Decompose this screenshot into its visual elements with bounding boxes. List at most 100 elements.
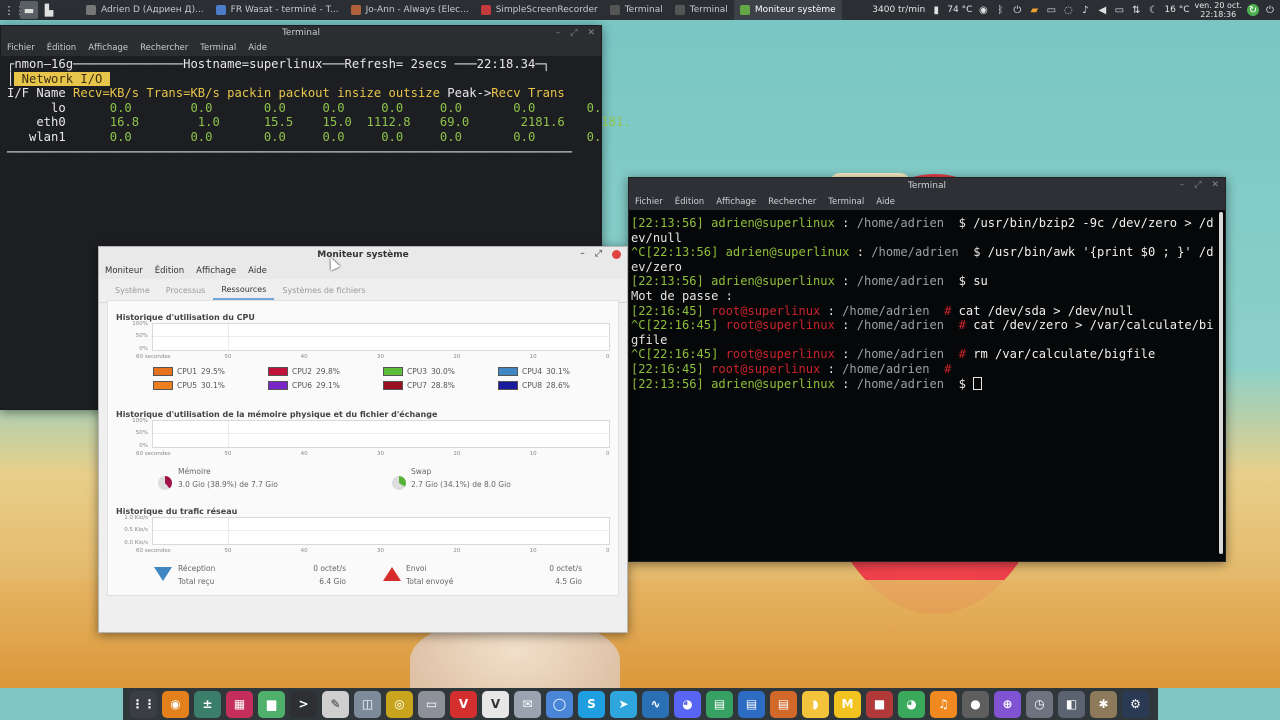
dock-discord-icon[interactable]: ◕ — [674, 690, 701, 718]
dock-apps-icon[interactable]: ▦ — [226, 690, 253, 718]
dock-screenshot-icon[interactable]: ◫ — [354, 690, 381, 718]
menu-item-affichage[interactable]: Affichage — [88, 43, 128, 53]
tab-systèmes-de-fichiers[interactable]: Systèmes de fichiers — [274, 282, 373, 299]
window-titlebar[interactable]: Terminal – ⤢ ✕ — [1, 26, 601, 40]
dock-vlc-icon[interactable]: V — [482, 690, 509, 718]
dock-audacity-icon[interactable]: ♫ — [930, 690, 957, 718]
task-item[interactable]: Terminal — [604, 0, 669, 20]
menu-item-fichier[interactable]: Fichier — [635, 197, 663, 207]
toggle-icon[interactable]: ◉ — [977, 4, 989, 16]
dock-mail-icon[interactable]: ✉ — [514, 690, 541, 718]
terminal-launcher-icon[interactable]: ▙ — [40, 1, 58, 19]
dock-banana-icon[interactable]: ◗ — [802, 690, 829, 718]
tab-processus[interactable]: Processus — [158, 282, 214, 299]
dock-tools-icon[interactable]: ✱ — [1090, 690, 1117, 718]
dock-mcomix-icon[interactable]: M — [834, 690, 861, 718]
window-titlebar[interactable]: Terminal – ⤢ ✕ — [629, 178, 1225, 194]
tab-ressources[interactable]: Ressources — [213, 281, 275, 300]
dock-gamepad-icon[interactable]: ⊕ — [994, 690, 1021, 718]
dock-writer-icon[interactable]: ▤ — [738, 690, 765, 718]
dock-archive-icon[interactable]: ▭ — [418, 690, 445, 718]
menu-item-rechercher[interactable]: Rechercher — [768, 197, 816, 207]
task-item[interactable]: Terminal — [669, 0, 734, 20]
network-icon[interactable]: ⇅ — [1130, 4, 1142, 16]
cpu-color-swatch[interactable] — [153, 381, 173, 390]
menu-item-édition[interactable]: Édition — [47, 43, 76, 53]
session-icon[interactable]: ⏻ — [1264, 4, 1276, 16]
nmon-output[interactable]: ┌nmon—16g───────────────Hostname=superli… — [1, 57, 631, 159]
dock-skype-icon[interactable]: S — [578, 690, 605, 718]
task-item[interactable]: Jo-Ann - Always (Elec... — [345, 0, 475, 20]
dock-monitor-icon[interactable]: ∿ — [642, 690, 669, 718]
terminal-line: gfile — [631, 332, 668, 347]
display-icon[interactable]: ▭ — [1113, 4, 1125, 16]
menu-item-aide[interactable]: Aide — [876, 197, 895, 207]
cpu-color-swatch[interactable] — [498, 381, 518, 390]
maximize-icon[interactable]: ⤢ — [570, 28, 577, 38]
close-icon[interactable]: ✕ — [587, 28, 595, 38]
recorder-icon[interactable]: ▭ — [1045, 4, 1057, 16]
dock-recorder-icon[interactable]: ■ — [866, 690, 893, 718]
clock[interactable]: ven. 20 oct. 22:18:36 — [1194, 1, 1242, 19]
dock-timer-icon[interactable]: ◷ — [1026, 690, 1053, 718]
dock-editor-icon[interactable]: ✎ — [322, 690, 349, 718]
task-item[interactable]: Adrien D (Адриен Д)... — [80, 0, 210, 20]
dock-impress-icon[interactable]: ▤ — [770, 690, 797, 718]
location-icon[interactable]: ◌ — [1062, 4, 1074, 16]
dock-chromium-icon[interactable]: ◯ — [546, 690, 573, 718]
cpu-color-swatch[interactable] — [268, 381, 288, 390]
weather-icon[interactable]: ☾ — [1147, 4, 1159, 16]
menu-item-aide[interactable]: Aide — [248, 266, 267, 276]
dock-files-icon[interactable]: ▆ — [258, 690, 285, 718]
task-item[interactable]: Moniteur système — [733, 0, 842, 20]
maximize-icon[interactable]: ⤢ — [595, 249, 602, 259]
minimize-icon[interactable]: – — [1180, 180, 1185, 190]
menu-item-fichier[interactable]: Fichier — [7, 43, 35, 53]
updates-icon[interactable]: ↻ — [1247, 4, 1259, 16]
cpu-color-swatch[interactable] — [498, 367, 518, 376]
menu-item-aide[interactable]: Aide — [248, 43, 267, 53]
menu-item-affichage[interactable]: Affichage — [196, 266, 236, 276]
dock-calculator-icon[interactable]: ± — [194, 690, 221, 718]
minimize-icon[interactable]: – — [556, 28, 561, 38]
window-titlebar[interactable]: Moniteur système – ⤢ — [99, 247, 627, 263]
dock-firefox-icon[interactable]: ◉ — [162, 690, 189, 718]
dock-record-icon[interactable]: ● — [962, 690, 989, 718]
scrollbar[interactable] — [1219, 212, 1223, 554]
dock-telegram-icon[interactable]: ➤ — [610, 690, 637, 718]
task-item[interactable]: SimpleScreenRecorder — [475, 0, 604, 20]
bluetooth-icon[interactable]: ᛒ — [994, 4, 1006, 16]
dock-steam-icon[interactable]: ⚙ — [1122, 690, 1149, 718]
menu-item-édition[interactable]: Édition — [155, 266, 184, 276]
menu-item-terminal[interactable]: Terminal — [200, 43, 236, 53]
dock-vivaldi-icon[interactable]: V — [450, 690, 477, 718]
menu-item-rechercher[interactable]: Rechercher — [140, 43, 188, 53]
menu-item-édition[interactable]: Édition — [675, 197, 704, 207]
dock-frog-icon[interactable]: ◕ — [898, 690, 925, 718]
cpu-color-swatch[interactable] — [383, 381, 403, 390]
terminal-output[interactable]: [22:13:56] adrien@superlinux : /home/adr… — [629, 210, 1225, 391]
microphone-icon[interactable]: ♪ — [1079, 4, 1091, 16]
menu-item-affichage[interactable]: Affichage — [716, 197, 756, 207]
dock-terminal-icon[interactable]: > — [290, 690, 317, 718]
volume-icon[interactable]: ◀ — [1096, 4, 1108, 16]
menu-item-moniteur[interactable]: Moniteur — [105, 266, 143, 276]
cpu-color-swatch[interactable] — [383, 367, 403, 376]
power-icon[interactable]: ⏻ — [1011, 4, 1023, 16]
task-item[interactable]: FR Wasat - terminé - T... — [210, 0, 345, 20]
menu-item-terminal[interactable]: Terminal — [828, 197, 864, 207]
dock-app-grid-icon[interactable]: ⋮⋮ — [130, 690, 157, 718]
show-desktop-icon[interactable]: ▬ — [20, 1, 38, 19]
app-menu-icon[interactable]: ⋮⋮⋮ — [0, 1, 26, 19]
maximize-icon[interactable]: ⤢ — [1194, 180, 1201, 190]
dock-sound-icon[interactable]: ◎ — [386, 690, 413, 718]
dock-calc-sheet-icon[interactable]: ▤ — [706, 690, 733, 718]
folder-icon[interactable]: ▰ — [1028, 4, 1040, 16]
minimize-icon[interactable]: – — [580, 249, 585, 259]
cpu-color-swatch[interactable] — [153, 367, 173, 376]
dock-bottle-icon[interactable]: ◧ — [1058, 690, 1085, 718]
cpu-color-swatch[interactable] — [268, 367, 288, 376]
close-icon[interactable]: ✕ — [1211, 180, 1219, 190]
tab-système[interactable]: Système — [107, 282, 158, 299]
close-icon[interactable] — [612, 249, 621, 259]
